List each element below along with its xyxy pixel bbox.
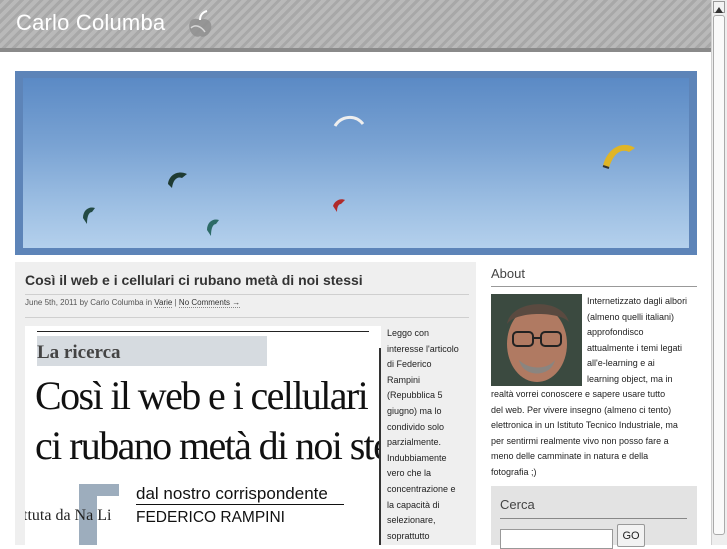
meta-divider [25, 317, 469, 318]
search-widget-title: Cerca [500, 497, 535, 512]
post-meta-date-author: June 5th, 2011 by Carlo Columba in [25, 298, 153, 307]
about-line: meno delle camminate in natura e della [491, 451, 649, 462]
kite-dark-1 [168, 172, 187, 188]
post-text-line: vero che la [387, 468, 432, 479]
post-text-line: Rampini [387, 374, 421, 385]
post-text-line: parzialmente. [387, 437, 442, 448]
scroll-up-arrow-icon[interactable] [713, 1, 725, 13]
clipping-subline-rule [136, 504, 344, 505]
about-line: learning object, ma in [587, 373, 673, 384]
header-banner-frame [15, 71, 697, 255]
apple-logo-icon [189, 10, 212, 37]
clipping-subline1: dal nostro corrispondente [136, 484, 328, 503]
kite-teal [207, 219, 219, 236]
post-title[interactable]: Così il web e i cellulari ci rubano metà… [25, 272, 363, 288]
scrollbar-thumb[interactable] [713, 15, 725, 535]
post-text-line: soprattutto [387, 530, 430, 541]
search-divider [500, 518, 687, 519]
vertical-scrollbar[interactable] [711, 0, 727, 545]
clipping-top-rule [37, 331, 369, 332]
clipping-column-rule [379, 348, 381, 545]
clipping-headline-line2: ci rubano metà di noi stessi [35, 423, 381, 468]
post-body-text: Leggo con interesse l'articolo di Federi… [387, 326, 471, 544]
author-avatar [491, 294, 582, 386]
title-divider [25, 294, 469, 295]
post-text-line: condivido solo [387, 421, 445, 432]
meta-separator: | [174, 298, 177, 307]
post-text-line: Leggo con [387, 328, 430, 338]
clipping-side-text: ttuta da Na Li [25, 507, 112, 524]
site-header: Carlo Columba [0, 0, 711, 52]
post-text-line: la capacità di [387, 499, 440, 510]
about-line: elettronica in un Istituto Tecnico Indus… [491, 420, 678, 431]
site-title[interactable]: Carlo Columba [16, 10, 165, 36]
about-line: approfondisco [587, 327, 644, 338]
about-line: attualmente i temi legati [587, 342, 683, 353]
search-go-button[interactable]: GO [617, 524, 645, 547]
about-text: Internetizzato dagli albori (almeno quel… [587, 294, 698, 388]
about-widget-title: About [491, 266, 525, 281]
clipping-author: FEDERICO RAMPINI [136, 509, 285, 526]
about-line: all'e-learning e ai [587, 358, 655, 369]
kites-banner-image [23, 78, 689, 248]
post-text-line: concentrazione e [387, 483, 456, 494]
search-input[interactable] [500, 529, 613, 549]
about-line: realtà vorrei conoscere e sapere usare t… [491, 389, 666, 399]
comments-link[interactable]: No Comments → [178, 298, 241, 308]
post-text-line: (Repubblica 5 [387, 390, 443, 401]
post-text-line: interesse l'articolo [387, 343, 459, 354]
about-line: Internetizzato dagli albori [587, 296, 688, 306]
kite-dark-2 [83, 207, 95, 224]
about-text-continued: realtà vorrei conoscere e sapere usare t… [491, 387, 701, 481]
clipping-label: La ricerca [37, 342, 121, 363]
search-widget: Cerca GO [491, 486, 697, 549]
post-text-line: Indubbiamente [387, 452, 447, 463]
about-line: del web. Per vivere insegno (almeno ci t… [491, 404, 672, 415]
post-text-line: giugno) ma lo [387, 405, 442, 416]
about-line: fotografia ;) [491, 466, 537, 477]
about-line: per sentirmi realmente vivo non posso fa… [491, 435, 669, 446]
newspaper-clipping-image: La ricerca Così il web e i cellulari ci … [25, 326, 381, 545]
post-text-line: di Federico [387, 359, 432, 370]
post-text-line: selezionare, [387, 515, 436, 526]
kite-white [333, 116, 365, 127]
category-link[interactable]: Varie [154, 298, 173, 308]
kite-red [333, 199, 345, 212]
post-content: Così il web e i cellulari ci rubano metà… [15, 262, 476, 545]
post-meta: June 5th, 2011 by Carlo Columba in Varie… [25, 298, 241, 308]
about-line: (almeno quelli italiani) [587, 311, 675, 322]
clipping-headline-line1: Così il web e i cellulari [35, 373, 369, 418]
about-divider [491, 286, 697, 287]
kite-yellow [602, 144, 635, 169]
